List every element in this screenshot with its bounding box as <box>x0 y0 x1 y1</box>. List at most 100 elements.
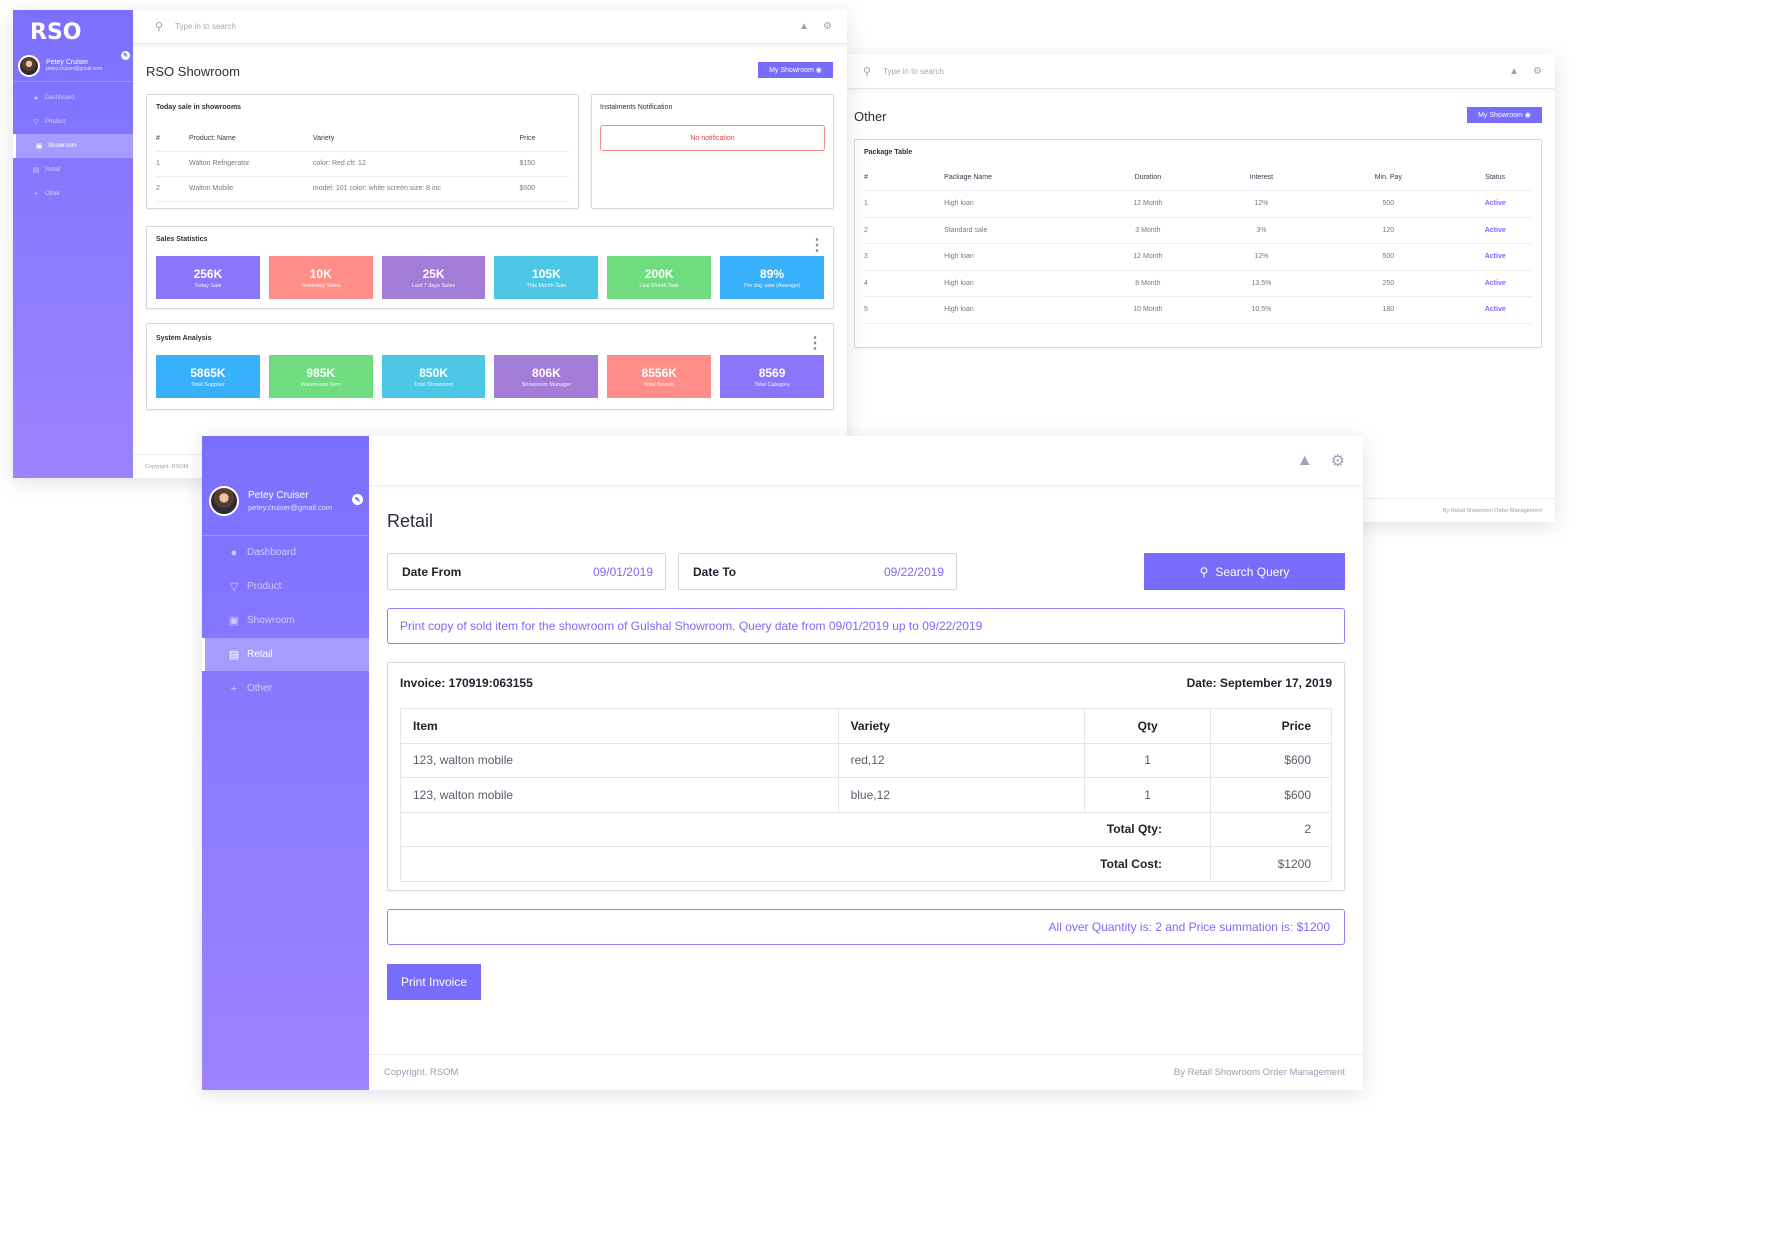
instalments-card: Instalments Notification No notification <box>591 94 834 209</box>
bell-icon[interactable]: ▲ <box>1297 452 1313 470</box>
column-header: Status <box>1458 164 1532 191</box>
gear-icon[interactable]: ⚙ <box>1331 451 1345 471</box>
stat-tile[interactable]: 105K This Month Sale <box>494 256 599 299</box>
status-link[interactable]: Active <box>1458 270 1532 297</box>
print-invoice-button[interactable]: Print Invoice <box>387 964 481 1000</box>
table-cell: 10.5% <box>1204 296 1319 324</box>
stat-tile[interactable]: 89% Per day sale (Average) <box>720 256 824 299</box>
user-profile: Petey Cruiser petey.cruiser@gmail.com ✎ <box>202 466 369 536</box>
sidebar-item-retail[interactable]: ▤ Retail <box>202 638 369 671</box>
more-options-icon[interactable]: ⋮ <box>809 235 825 255</box>
search-icon[interactable]: ⚲ <box>863 65 871 78</box>
date-to-field[interactable]: Date To 09/22/2019 <box>678 553 957 590</box>
stat-tile[interactable]: 5865K Total Supplier <box>156 355 260 398</box>
table-cell: 5 <box>864 296 945 324</box>
summary-box: All over Quantity is: 2 and Price summat… <box>387 909 1345 945</box>
date-to-value[interactable]: 09/22/2019 <box>884 565 944 579</box>
stat-value: 8569 <box>758 365 786 380</box>
sidebar-item-showroom[interactable]: ▣ Showroom <box>202 604 369 637</box>
gear-icon[interactable]: ⚙ <box>823 21 832 32</box>
status-link[interactable]: Active <box>1458 243 1532 271</box>
search-input[interactable]: Type in to search <box>175 22 236 31</box>
stat-tile[interactable]: 25K Last 7 days Sales <box>381 256 486 299</box>
sidebar-item-label: Showroom <box>247 615 295 626</box>
avatar[interactable] <box>18 54 40 77</box>
search-icon[interactable]: ⚲ <box>155 20 163 33</box>
table-cell: $600 <box>1209 777 1333 813</box>
sidebar: Petey Cruiser petey.cruiser@gmail.com ✎ … <box>202 436 369 1090</box>
sidebar-item-product[interactable]: ▽ Product <box>202 570 369 603</box>
page-title: RSO Showroom <box>146 64 240 79</box>
search-input[interactable]: Type in to search <box>883 67 944 76</box>
stat-tile[interactable]: 8569 Total Category <box>720 355 824 398</box>
stat-label: This Month Sale <box>526 282 567 289</box>
sidebar-item-other[interactable]: + Other <box>202 672 369 705</box>
package-table: # Package Name Duration Interest Min. Pa… <box>864 164 1532 324</box>
search-query-button[interactable]: ⚲ Search Query <box>1144 553 1345 590</box>
table-row: 123, walton mobile red,12 1 $600 <box>400 742 1333 778</box>
table-cell: $600 <box>1209 742 1333 778</box>
stat-tile[interactable]: 10K Yesterday Sales <box>268 256 373 299</box>
bell-icon[interactable]: ▲ <box>1509 66 1519 77</box>
stat-value: 806K <box>532 365 561 380</box>
stat-label: Last Month Sale <box>639 282 680 289</box>
table-cell: $150 <box>519 151 569 177</box>
stat-tile[interactable]: 256K Today Sale <box>156 256 260 299</box>
total-qty-value: 2 <box>1209 811 1333 847</box>
stat-tile[interactable]: 850K Total Showroom <box>381 355 486 398</box>
table-cell: red,12 <box>837 742 1086 778</box>
my-showroom-button[interactable]: My Showroom ◉ <box>758 62 833 78</box>
user-profile: Petey Cruiser petey.cruiser@gmail.com ✎ <box>13 50 133 82</box>
sidebar-item-dashboard[interactable]: ● Dashboard <box>13 86 133 110</box>
print-info-text: Print copy of sold item for the showroom… <box>400 619 983 633</box>
card-title: System Analysis <box>156 335 212 342</box>
table-cell: 2 <box>864 217 945 244</box>
sidebar-item-dashboard[interactable]: ● Dashboard <box>202 536 369 569</box>
total-qty-row: Total Qty: 2 <box>400 811 1333 847</box>
stat-label: Last 7 days Sales <box>411 282 456 289</box>
showroom-icon: ▣ <box>35 143 43 150</box>
status-link[interactable]: Active <box>1458 296 1532 324</box>
sidebar-item-label: Product <box>247 581 282 592</box>
sidebar-item-product[interactable]: ▽ Product <box>13 110 133 134</box>
stat-value: 10K <box>309 266 332 281</box>
today-sale-card: Today sale in showrooms # Product: Name … <box>146 94 579 209</box>
sidebar-item-retail[interactable]: ▤ Retail <box>13 158 133 182</box>
sidebar-item-showroom[interactable]: ▣ Showroom <box>13 134 133 158</box>
stat-value: 105K <box>532 266 561 281</box>
stat-tile[interactable]: 200K Last Month Sale <box>607 256 712 299</box>
date-from-value[interactable]: 09/01/2019 <box>593 565 653 579</box>
table-row: 3 High loan 12 Month 12% 500 Active <box>864 243 1532 271</box>
table-cell: Walton Mobile <box>189 176 313 202</box>
gear-icon[interactable]: ⚙ <box>1533 66 1542 77</box>
more-options-icon[interactable]: ⋮ <box>807 333 823 353</box>
sidebar-item-label: Other <box>45 191 61 197</box>
stat-tile[interactable]: 806K Showroom Manager <box>494 355 599 398</box>
date-from-field[interactable]: Date From 09/01/2019 <box>387 553 666 590</box>
package-table-card: Package Table # Package Name Duration In… <box>854 139 1542 348</box>
edit-profile-icon[interactable]: ✎ <box>121 51 130 60</box>
my-showroom-button[interactable]: My Showroom ◉ <box>1467 107 1542 123</box>
table-cell: 1 <box>156 151 190 177</box>
sidebar-item-other[interactable]: + Other <box>13 182 133 206</box>
page-title: Other <box>854 109 887 124</box>
footer-credit: By Retail Showroom Order Management <box>1173 1067 1345 1078</box>
table-cell: 500 <box>1318 243 1459 271</box>
avatar[interactable] <box>209 485 239 516</box>
table-cell: 12% <box>1204 190 1319 218</box>
column-header: Variety <box>837 708 1086 744</box>
stat-value: 8556K <box>641 365 677 380</box>
notification-alert: No notification <box>600 125 825 151</box>
stat-label: Total Showroom <box>413 381 454 388</box>
invoice-date: Date: September 17, 2019 <box>1186 676 1332 690</box>
bell-icon[interactable]: ▲ <box>799 21 809 32</box>
table-cell: High loan <box>944 296 1092 324</box>
status-link[interactable]: Active <box>1458 190 1532 218</box>
system-analysis-card: System Analysis ⋮ 5865K Total Supplier 985… <box>146 323 834 410</box>
status-link[interactable]: Active <box>1458 217 1532 244</box>
stat-tile[interactable]: 8556K Total Brands <box>607 355 712 398</box>
table-cell: High loan <box>944 243 1092 271</box>
stat-tile[interactable]: 985K Warehouse Item <box>268 355 373 398</box>
stat-label: Per day sale (Average) <box>743 282 801 289</box>
edit-profile-icon[interactable]: ✎ <box>352 494 363 505</box>
